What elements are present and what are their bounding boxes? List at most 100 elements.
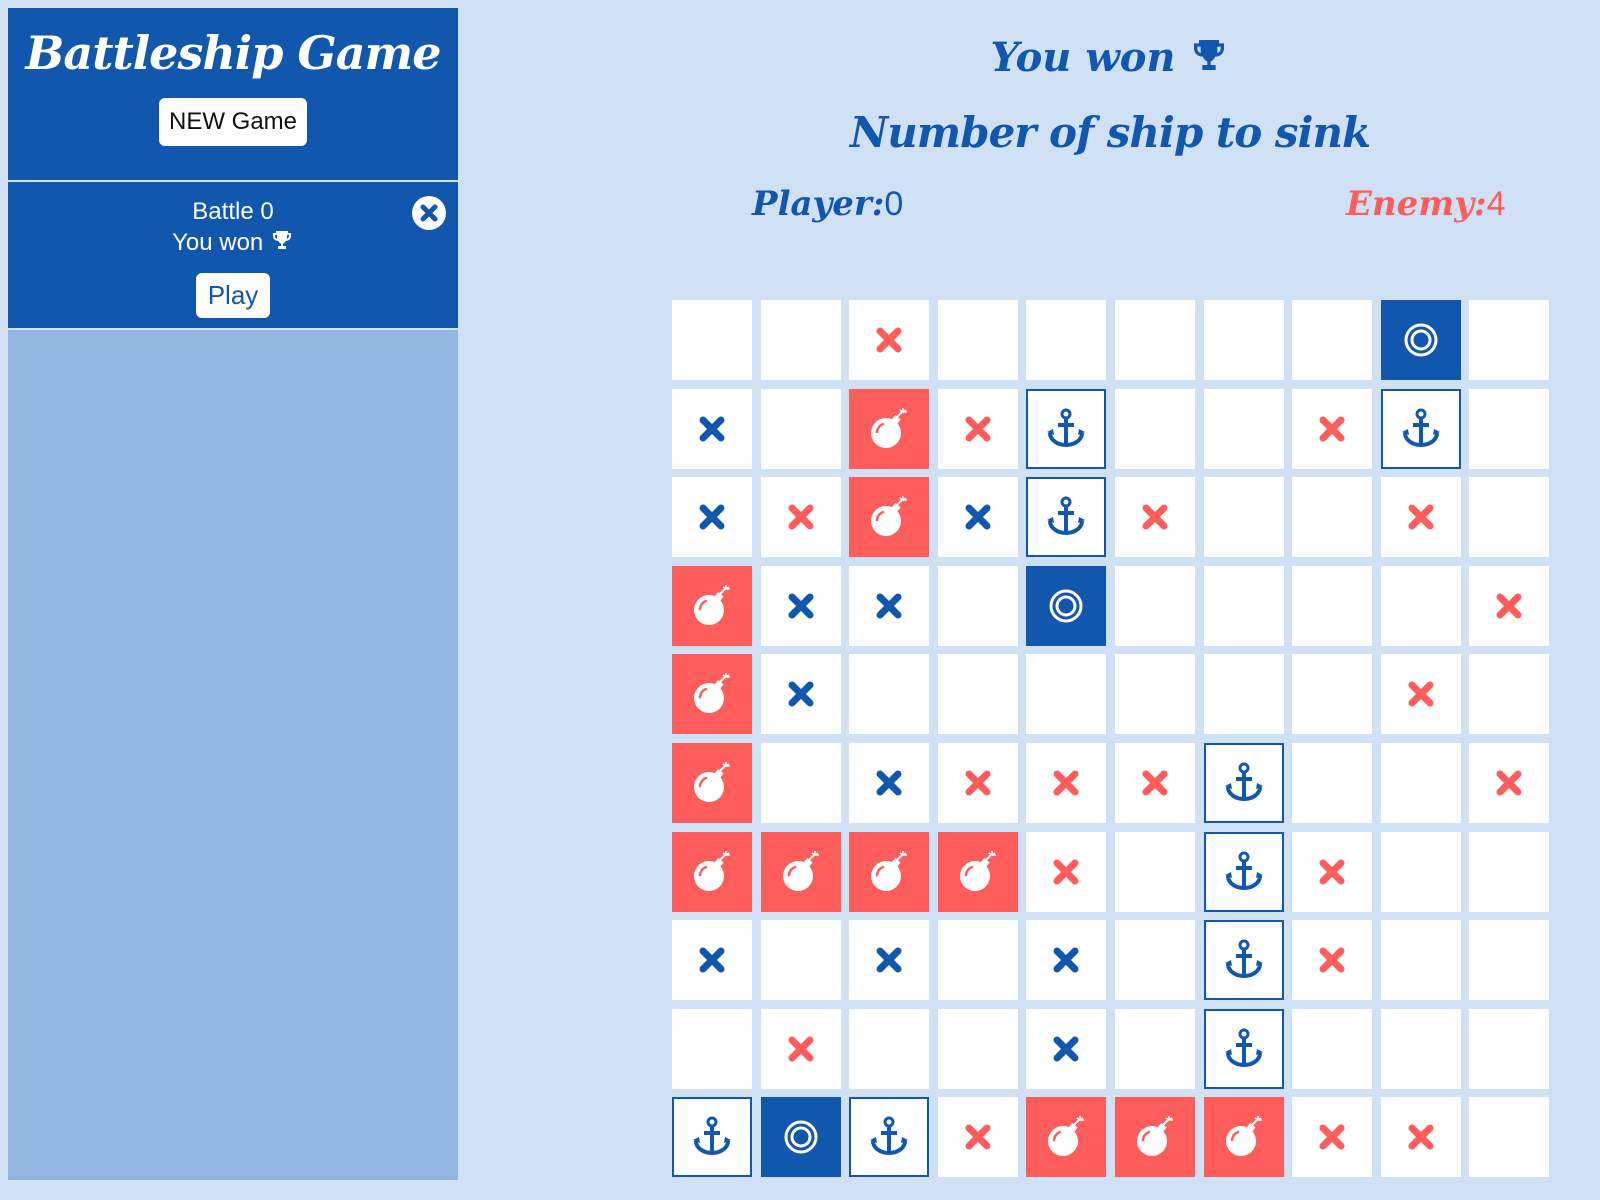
board-cell-2-8[interactable] <box>1380 477 1461 558</box>
board-cell-4-2[interactable] <box>849 654 930 735</box>
board-cell-3-9[interactable] <box>1469 565 1550 646</box>
board-cell-8-2[interactable] <box>849 1008 930 1089</box>
board-cell-0-8[interactable] <box>1380 300 1461 380</box>
board-cell-1-2[interactable] <box>849 388 930 469</box>
board-cell-3-4[interactable] <box>1026 565 1107 646</box>
board-cell-7-9[interactable] <box>1469 920 1550 1001</box>
board-cell-1-6[interactable] <box>1203 388 1284 469</box>
board-cell-5-8[interactable] <box>1380 742 1461 823</box>
board-cell-1-4[interactable] <box>1026 388 1107 469</box>
board-cell-5-7[interactable] <box>1292 742 1373 823</box>
board-cell-1-7[interactable] <box>1292 388 1373 469</box>
board-cell-5-6[interactable] <box>1203 742 1284 823</box>
board-cell-9-8[interactable] <box>1380 1097 1461 1178</box>
board-cell-2-5[interactable] <box>1114 477 1195 558</box>
board-cell-8-7[interactable] <box>1292 1008 1373 1089</box>
board-cell-1-3[interactable] <box>937 388 1018 469</box>
board-cell-9-7[interactable] <box>1292 1097 1373 1178</box>
board-cell-1-8[interactable] <box>1380 388 1461 469</box>
board-cell-7-1[interactable] <box>760 920 841 1001</box>
board-cell-3-7[interactable] <box>1292 565 1373 646</box>
board-cell-7-8[interactable] <box>1380 920 1461 1001</box>
board-cell-9-1[interactable] <box>760 1097 841 1178</box>
board-cell-0-7[interactable] <box>1292 300 1373 380</box>
board-cell-6-7[interactable] <box>1292 831 1373 912</box>
board-cell-5-4[interactable] <box>1026 742 1107 823</box>
board-cell-9-5[interactable] <box>1114 1097 1195 1178</box>
new-game-button[interactable]: NEW Game <box>158 98 307 146</box>
board-cell-8-4[interactable] <box>1026 1008 1107 1089</box>
board-cell-6-8[interactable] <box>1380 831 1461 912</box>
board-cell-4-7[interactable] <box>1292 654 1373 735</box>
board-cell-2-9[interactable] <box>1469 477 1550 558</box>
board-cell-3-6[interactable] <box>1203 565 1284 646</box>
board-cell-8-9[interactable] <box>1469 1008 1550 1089</box>
board-cell-7-7[interactable] <box>1292 920 1373 1001</box>
board-cell-9-6[interactable] <box>1203 1097 1284 1178</box>
board-cell-9-0[interactable] <box>672 1097 752 1178</box>
board-cell-2-3[interactable] <box>937 477 1018 558</box>
board-cell-3-0[interactable] <box>672 565 752 646</box>
board-cell-4-4[interactable] <box>1026 654 1107 735</box>
board-cell-0-1[interactable] <box>760 300 841 380</box>
board-cell-7-4[interactable] <box>1026 920 1107 1001</box>
board-cell-2-7[interactable] <box>1292 477 1373 558</box>
board-cell-0-2[interactable] <box>849 300 930 380</box>
board-cell-5-1[interactable] <box>760 742 841 823</box>
board-cell-3-3[interactable] <box>937 565 1018 646</box>
board-cell-8-0[interactable] <box>672 1008 752 1089</box>
board-cell-7-0[interactable] <box>672 920 752 1001</box>
board-cell-5-3[interactable] <box>937 742 1018 823</box>
board-cell-9-2[interactable] <box>849 1097 930 1178</box>
board-cell-6-5[interactable] <box>1114 831 1195 912</box>
board-cell-1-5[interactable] <box>1114 388 1195 469</box>
board-cell-2-2[interactable] <box>849 477 930 558</box>
board-cell-5-5[interactable] <box>1114 742 1195 823</box>
board-cell-6-9[interactable] <box>1469 831 1550 912</box>
board-cell-2-6[interactable] <box>1203 477 1284 558</box>
board-cell-0-9[interactable] <box>1469 300 1550 380</box>
board-cell-4-3[interactable] <box>937 654 1018 735</box>
board-cell-8-8[interactable] <box>1380 1008 1461 1089</box>
board-cell-1-1[interactable] <box>760 388 841 469</box>
board-cell-4-0[interactable] <box>672 654 752 735</box>
board-cell-7-5[interactable] <box>1114 920 1195 1001</box>
board-cell-0-0[interactable] <box>672 300 752 380</box>
board-cell-1-9[interactable] <box>1469 388 1550 469</box>
board-cell-8-5[interactable] <box>1114 1008 1195 1089</box>
board-cell-8-1[interactable] <box>760 1008 841 1089</box>
board-cell-2-4[interactable] <box>1026 477 1107 558</box>
board-cell-9-4[interactable] <box>1026 1097 1107 1178</box>
close-circle-icon[interactable] <box>412 196 446 230</box>
board-cell-0-5[interactable] <box>1114 300 1195 380</box>
board-cell-3-8[interactable] <box>1380 565 1461 646</box>
board-cell-5-0[interactable] <box>672 742 752 823</box>
board-cell-2-0[interactable] <box>672 477 752 558</box>
board-cell-6-2[interactable] <box>849 831 930 912</box>
play-button[interactable]: Play <box>195 273 271 318</box>
board-cell-0-6[interactable] <box>1203 300 1284 380</box>
board-cell-4-6[interactable] <box>1203 654 1284 735</box>
board-cell-4-1[interactable] <box>760 654 841 735</box>
board-cell-0-3[interactable] <box>937 300 1018 380</box>
board-cell-7-2[interactable] <box>849 920 930 1001</box>
board-cell-4-5[interactable] <box>1114 654 1195 735</box>
board-cell-6-4[interactable] <box>1026 831 1107 912</box>
board-cell-9-3[interactable] <box>937 1097 1018 1178</box>
board-cell-3-2[interactable] <box>849 565 930 646</box>
board-cell-9-9[interactable] <box>1469 1097 1550 1178</box>
board-cell-4-9[interactable] <box>1469 654 1550 735</box>
board-cell-5-2[interactable] <box>849 742 930 823</box>
board-cell-1-0[interactable] <box>672 388 752 469</box>
board-cell-8-3[interactable] <box>937 1008 1018 1089</box>
board-cell-6-1[interactable] <box>760 831 841 912</box>
board-cell-6-3[interactable] <box>937 831 1018 912</box>
board-cell-6-6[interactable] <box>1203 831 1284 912</box>
board-cell-3-5[interactable] <box>1114 565 1195 646</box>
board-cell-6-0[interactable] <box>672 831 752 912</box>
board-cell-4-8[interactable] <box>1380 654 1461 735</box>
board-cell-3-1[interactable] <box>760 565 841 646</box>
board-cell-8-6[interactable] <box>1203 1008 1284 1089</box>
board-cell-2-1[interactable] <box>760 477 841 558</box>
board-cell-7-3[interactable] <box>937 920 1018 1001</box>
